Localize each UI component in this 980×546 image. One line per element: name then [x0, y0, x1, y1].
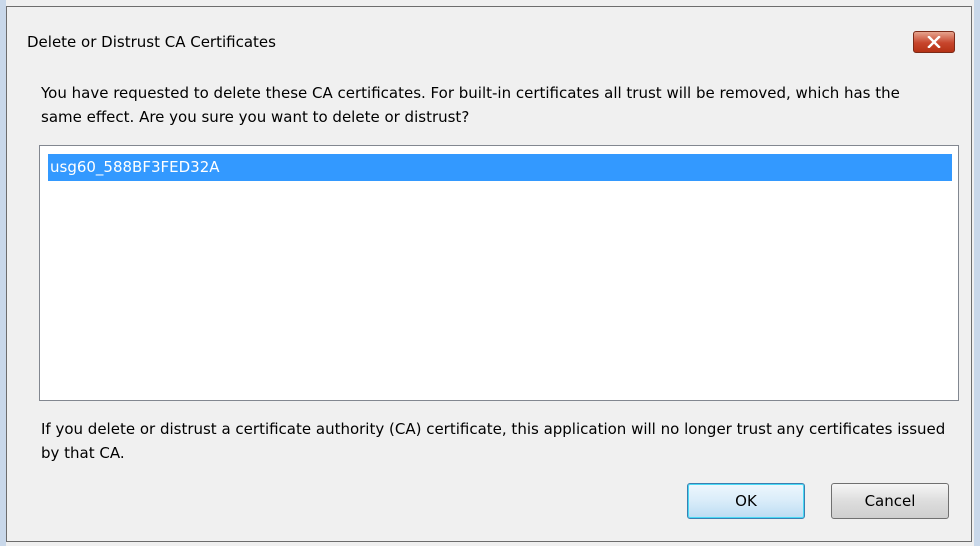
certificate-list[interactable]: usg60_588BF3FED32A [39, 145, 959, 401]
dialog-title: Delete or Distrust CA Certificates [27, 33, 276, 51]
cancel-button[interactable]: Cancel [831, 483, 949, 519]
ok-button[interactable]: OK [687, 483, 805, 519]
certificate-list-item[interactable]: usg60_588BF3FED32A [48, 154, 952, 181]
delete-ca-dialog: Delete or Distrust CA Certificates You h… [6, 6, 972, 542]
close-button[interactable] [913, 31, 955, 53]
background-window-edge-right [974, 0, 980, 546]
dialog-message: You have requested to delete these CA ce… [41, 84, 900, 126]
dialog-footnote: If you delete or distrust a certificate … [41, 420, 946, 462]
close-icon [927, 36, 941, 48]
dialog-titlebar[interactable]: Delete or Distrust CA Certificates [7, 7, 971, 69]
